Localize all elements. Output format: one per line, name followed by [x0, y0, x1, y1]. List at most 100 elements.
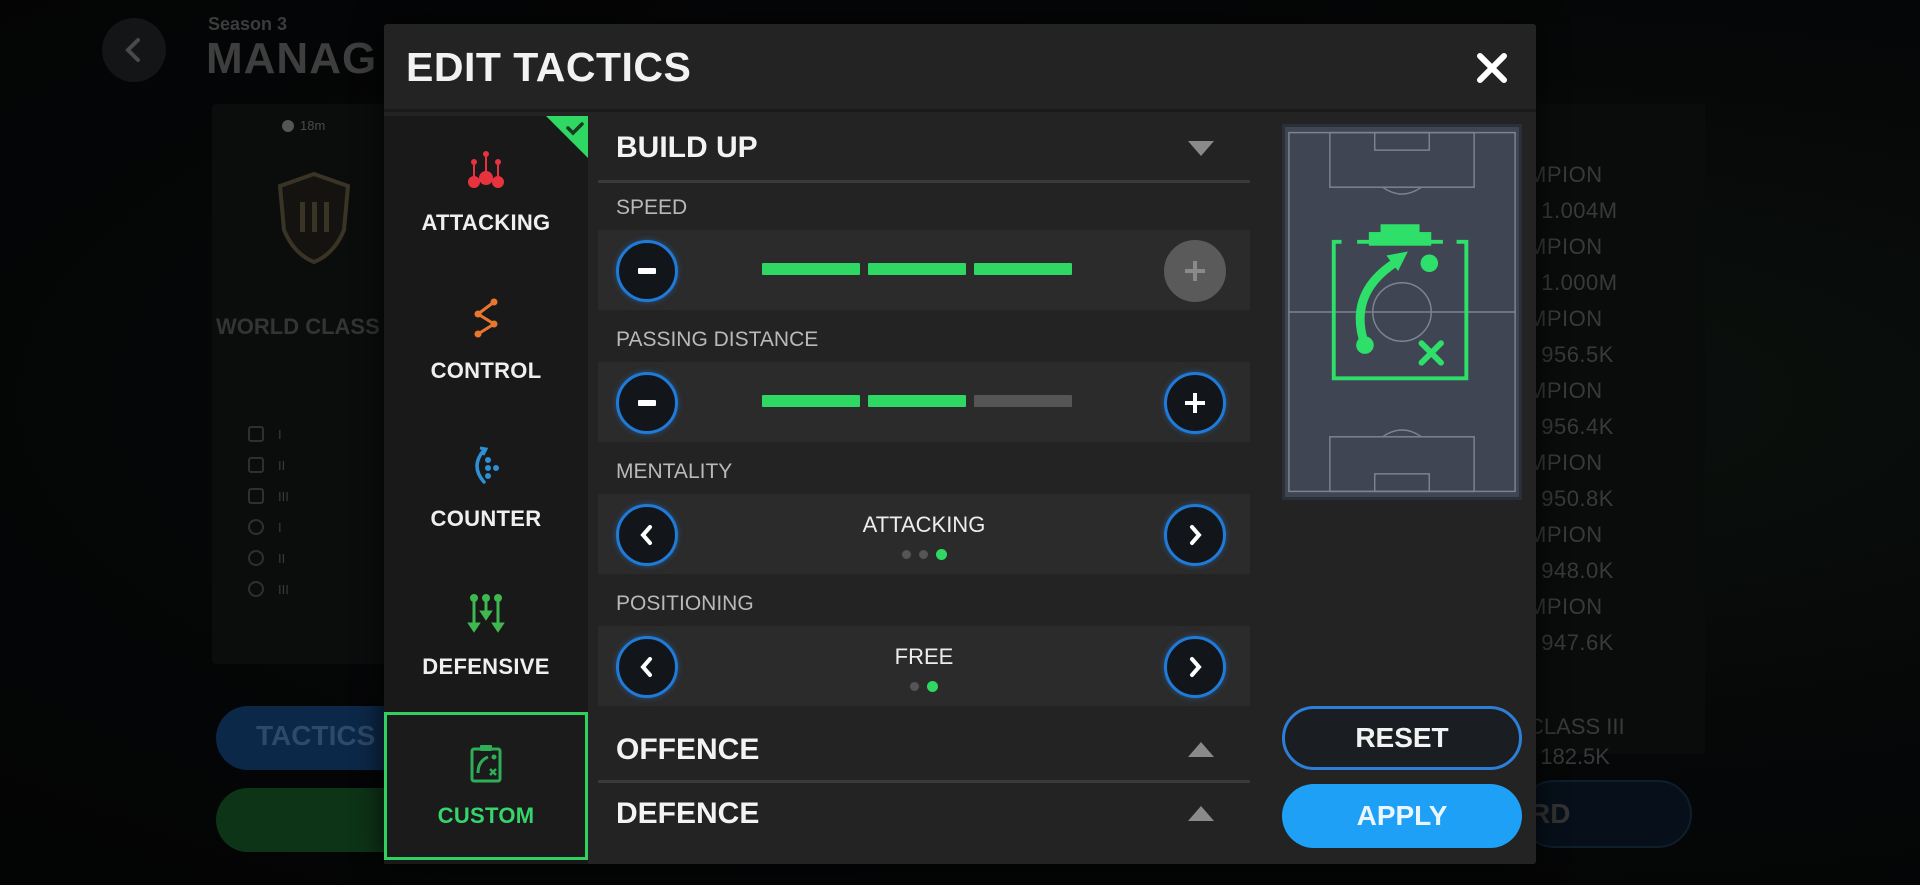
passing-distance-increase-button[interactable] — [1164, 372, 1226, 434]
rank-row: I — [248, 426, 289, 442]
leaderboard-score: : 947.6K — [1528, 630, 1614, 655]
edit-tactics-modal: EDIT TACTICS ATTACKING CONTROL COUNTER D… — [384, 24, 1536, 864]
leaderboard-score: : 948.0K — [1528, 558, 1614, 583]
control-icon — [462, 294, 510, 342]
minus-icon — [638, 268, 656, 274]
rank-row: I — [248, 519, 289, 535]
positioning-label: POSITIONING — [616, 592, 754, 615]
page-dot — [901, 550, 911, 559]
section-divider — [598, 780, 1250, 783]
leaderboard-score: : 950.8K — [1528, 486, 1614, 511]
leaderboard-rank: MPION — [1528, 594, 1603, 619]
section-build-up-header[interactable]: BUILD UP — [598, 118, 1250, 178]
positioning-next-button[interactable] — [1164, 636, 1226, 698]
positioning-page-dots — [598, 681, 1250, 692]
rank-list: I II III I II III — [248, 426, 289, 597]
speed-decrease-button[interactable] — [616, 240, 678, 302]
counter-icon — [462, 442, 510, 490]
leaderboard-score: : 956.5K — [1528, 342, 1614, 367]
leaderboard-rank: MPION — [1528, 378, 1603, 403]
leaderboard-score: : 956.4K — [1528, 414, 1614, 439]
rank-row: III — [248, 581, 289, 597]
back-button[interactable] — [102, 18, 166, 82]
section-title: BUILD UP — [616, 131, 758, 164]
attacking-icon — [462, 146, 510, 194]
reset-button[interactable]: RESET — [1282, 706, 1522, 770]
applied-check-icon — [546, 116, 588, 158]
league-name: WORLD CLASS — [216, 314, 380, 339]
preset-counter[interactable]: COUNTER — [384, 412, 588, 560]
mentality-label: MENTALITY — [616, 460, 733, 483]
rank-icon — [248, 488, 264, 504]
season-label: Season 3 — [208, 14, 288, 34]
pitch-preview — [1282, 124, 1522, 500]
section-divider — [598, 180, 1250, 183]
level-segment — [868, 263, 966, 275]
leaderboard-score: : 1.004M — [1528, 198, 1618, 223]
preset-label: CONTROL — [430, 358, 542, 383]
leaderboard-rank: MPION — [1528, 162, 1603, 187]
leaderboard-rank: MPION — [1528, 450, 1603, 475]
mentality-value: ATTACKING — [862, 512, 986, 537]
leaderboard-button[interactable]: RD — [1520, 780, 1692, 848]
speed-level-bars — [762, 263, 1072, 275]
leaderboard-rank: MPION — [1528, 234, 1603, 259]
preset-control[interactable]: CONTROL — [384, 264, 588, 412]
preset-label: COUNTER — [430, 506, 542, 531]
passing-distance-level-bars — [762, 395, 1072, 407]
close-button[interactable] — [1472, 48, 1512, 88]
chevron-left-icon — [640, 525, 652, 545]
rank-row: III — [248, 488, 289, 504]
preset-custom[interactable]: CUSTOM — [384, 712, 588, 860]
passing-distance-decrease-button[interactable] — [616, 372, 678, 434]
rank-icon — [248, 457, 264, 473]
preset-label: DEFENSIVE — [422, 654, 550, 679]
player-rank-info: CLASS III : 182.5K — [1528, 714, 1625, 769]
section-title: OFFENCE — [616, 733, 760, 766]
page-dot — [927, 681, 938, 692]
defensive-icon — [462, 590, 510, 638]
chevron-left-icon — [125, 38, 140, 62]
clipboard-icon — [462, 739, 510, 787]
preset-label: ATTACKING — [421, 210, 551, 235]
level-segment — [974, 263, 1072, 275]
leaderboard-list: MPION : 1.004M MPION : 1.000M MPION : 95… — [1528, 158, 1618, 660]
page-dot — [935, 549, 947, 560]
caret-up-icon — [1188, 742, 1214, 757]
chevron-right-icon — [1190, 657, 1202, 677]
rank-icon — [248, 550, 264, 566]
speed-label: SPEED — [616, 196, 688, 219]
level-segment — [974, 395, 1072, 407]
mentality-next-button[interactable] — [1164, 504, 1226, 566]
modal-header: EDIT TACTICS — [384, 24, 1536, 112]
mentality-prev-button[interactable] — [616, 504, 678, 566]
positioning-selector: FREE — [598, 626, 1250, 706]
rank-row: II — [248, 550, 289, 566]
modal-title: EDIT TACTICS — [406, 44, 692, 90]
level-segment — [762, 395, 860, 407]
chevron-right-icon — [1190, 525, 1202, 545]
section-offence-header[interactable]: OFFENCE — [598, 720, 1250, 780]
level-segment — [868, 395, 966, 407]
preset-defensive[interactable]: DEFENSIVE — [384, 560, 588, 708]
tactic-preset-list: ATTACKING CONTROL COUNTER DEFENSIVE CUST… — [384, 116, 588, 864]
caret-up-icon — [1188, 806, 1214, 821]
leaderboard-score: : 1.000M — [1528, 270, 1618, 295]
level-segment — [762, 263, 860, 275]
speed-increase-button[interactable] — [1164, 240, 1226, 302]
leaderboard-rank: MPION — [1528, 522, 1603, 547]
rank-icon — [248, 426, 264, 442]
speed-control — [598, 230, 1250, 310]
leaderboard-rank: MPION — [1528, 306, 1603, 331]
caret-down-icon — [1188, 141, 1214, 156]
pitch-diagram — [1288, 131, 1516, 493]
positioning-prev-button[interactable] — [616, 636, 678, 698]
mentality-page-dots — [598, 549, 1250, 560]
rank-icon — [248, 581, 264, 597]
section-defence-header[interactable]: DEFENCE — [598, 784, 1250, 844]
page-dot — [910, 682, 919, 691]
chevron-left-icon — [640, 657, 652, 677]
page-dot — [918, 550, 928, 559]
apply-button[interactable]: APPLY — [1282, 784, 1522, 848]
rank-row: II — [248, 457, 289, 473]
